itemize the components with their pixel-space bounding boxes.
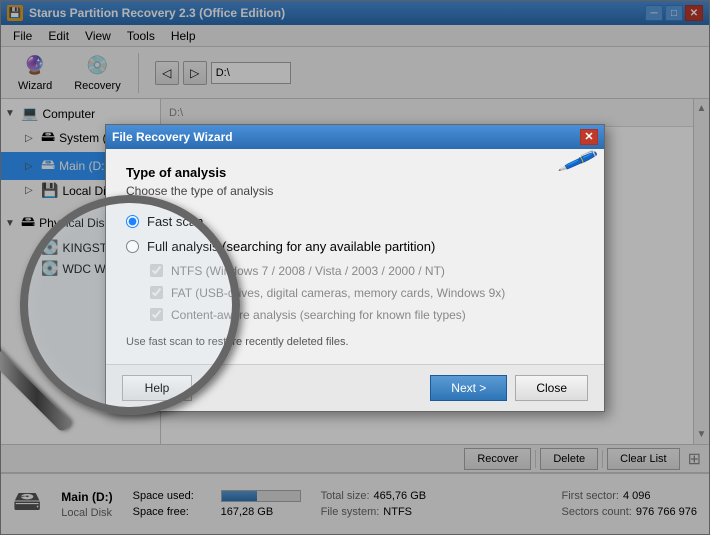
fast-scan-radio[interactable] <box>126 215 139 228</box>
dialog-title-bar: File Recovery Wizard ✕ <box>106 125 604 149</box>
content-aware-option[interactable]: Content-aware analysis (searching for kn… <box>126 308 584 322</box>
ntfs-label: NTFS (Windows 7 / 2008 / Vista / 2003 / … <box>171 264 445 278</box>
full-analysis-label: Full analysis (searching for any availab… <box>147 239 435 254</box>
dialog-body: 🖊️ Type of analysis Choose the type of a… <box>106 149 604 364</box>
dialog-section-title: Type of analysis <box>126 165 584 180</box>
main-window: 💾 Starus Partition Recovery 2.3 (Office … <box>0 0 710 535</box>
content-aware-checkbox[interactable] <box>150 308 163 321</box>
fast-scan-label: Fast scan <box>147 214 203 229</box>
content-aware-label: Content-aware analysis (searching for kn… <box>171 308 466 322</box>
full-analysis-radio[interactable] <box>126 240 139 253</box>
fat-checkbox[interactable] <box>150 286 163 299</box>
dialog-title: File Recovery Wizard <box>112 130 233 144</box>
next-button[interactable]: Next > <box>430 375 507 401</box>
fat-label: FAT (USB-drives, digital cameras, memory… <box>171 286 505 300</box>
close-dialog-button[interactable]: Close <box>515 375 588 401</box>
fat-option[interactable]: FAT (USB-drives, digital cameras, memory… <box>126 286 584 300</box>
fast-scan-option[interactable]: Fast scan <box>126 214 584 229</box>
ntfs-option[interactable]: NTFS (Windows 7 / 2008 / Vista / 2003 / … <box>126 264 584 278</box>
dialog-footer: Help Next > Close <box>106 364 604 411</box>
dialog-close-icon-button[interactable]: ✕ <box>580 129 598 145</box>
dialog-section-sub: Choose the type of analysis <box>126 184 584 198</box>
help-button[interactable]: Help <box>122 375 192 401</box>
dialog-overlay: File Recovery Wizard ✕ 🖊️ Type of analys… <box>0 0 710 535</box>
ntfs-checkbox[interactable] <box>150 264 163 277</box>
file-recovery-dialog: File Recovery Wizard ✕ 🖊️ Type of analys… <box>105 124 605 412</box>
full-analysis-option[interactable]: Full analysis (searching for any availab… <box>126 239 584 254</box>
dialog-hint: Use fast scan to restore recently delete… <box>126 336 584 348</box>
dialog-title-controls: ✕ <box>580 129 598 145</box>
footer-actions: Next > Close <box>430 375 588 401</box>
